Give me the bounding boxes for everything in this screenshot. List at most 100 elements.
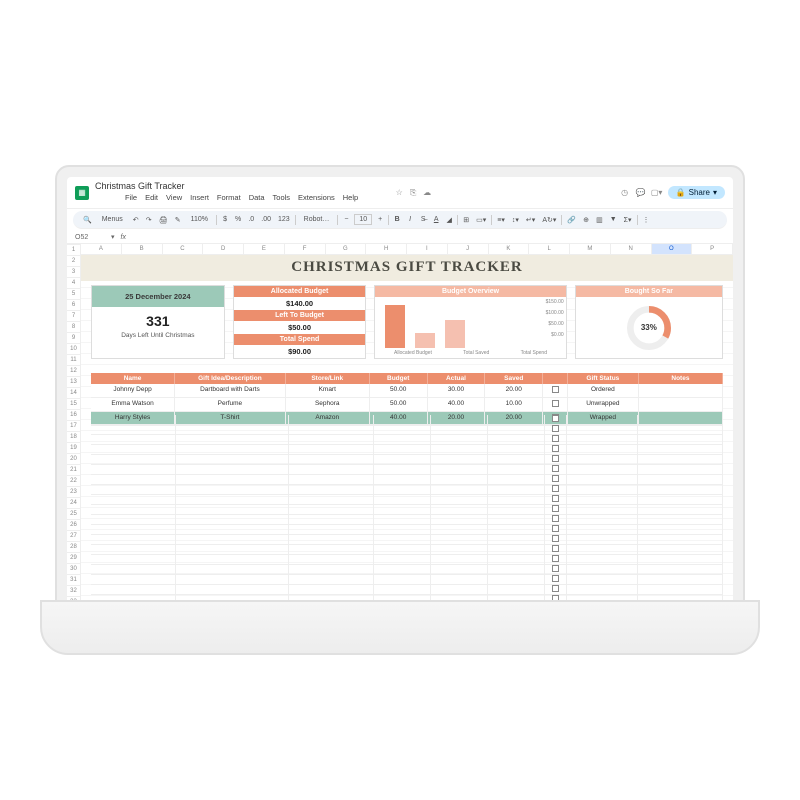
- sigma-icon[interactable]: Σ▾: [622, 215, 634, 225]
- valign-icon[interactable]: ↕▾: [510, 215, 521, 225]
- menu-edit[interactable]: Edit: [145, 193, 158, 202]
- font-dropdown[interactable]: Robot…: [299, 214, 335, 225]
- empty-row[interactable]: [91, 565, 723, 575]
- history-icon[interactable]: ◷: [620, 188, 630, 198]
- table-cell[interactable]: Emma Watson: [91, 398, 175, 412]
- row-num[interactable]: 23: [67, 487, 81, 498]
- more-icon[interactable]: ⋮: [641, 215, 652, 225]
- chart-icon[interactable]: ▥: [594, 215, 605, 225]
- strike-icon[interactable]: S̶: [418, 215, 428, 224]
- empty-row[interactable]: [91, 525, 723, 535]
- col-head[interactable]: J: [448, 244, 489, 255]
- empty-row[interactable]: [91, 545, 723, 555]
- row-num[interactable]: 18: [67, 432, 81, 443]
- row-num[interactable]: 7: [67, 311, 81, 322]
- bold-icon[interactable]: B: [392, 215, 402, 224]
- checkbox[interactable]: [552, 535, 559, 542]
- col-head[interactable]: A: [81, 244, 122, 255]
- comment-add-icon[interactable]: ⊕: [581, 215, 591, 225]
- row-num[interactable]: 20: [67, 454, 81, 465]
- empty-row[interactable]: [91, 575, 723, 585]
- row-num[interactable]: 12: [67, 366, 81, 377]
- undo-icon[interactable]: ↶: [131, 215, 141, 225]
- row-num[interactable]: 24: [67, 498, 81, 509]
- search-icon[interactable]: 🔍: [81, 215, 94, 225]
- col-head[interactable]: P: [692, 244, 733, 255]
- checkbox[interactable]: [552, 505, 559, 512]
- currency-icon[interactable]: $: [220, 215, 230, 224]
- grid[interactable]: ABCDEFGHIJKLMNOP CHRISTMAS GIFT TRACKER …: [81, 244, 733, 633]
- empty-row[interactable]: [91, 555, 723, 565]
- table-cell[interactable]: Perfume: [175, 398, 286, 412]
- share-button[interactable]: 🔒 Share ▾: [668, 186, 725, 199]
- checkbox[interactable]: [552, 386, 559, 393]
- checkbox[interactable]: [552, 575, 559, 582]
- row-num[interactable]: 9: [67, 333, 81, 344]
- halign-icon[interactable]: ≡▾: [495, 215, 507, 225]
- row-num[interactable]: 29: [67, 553, 81, 564]
- link-icon[interactable]: 🔗: [565, 215, 578, 225]
- table-cell[interactable]: 20.00: [485, 384, 543, 398]
- table-cell[interactable]: Ordered: [568, 384, 639, 398]
- row-num[interactable]: 11: [67, 355, 81, 366]
- row-num[interactable]: 10: [67, 344, 81, 355]
- col-head[interactable]: C: [163, 244, 204, 255]
- fontsize-input[interactable]: 10: [354, 214, 372, 225]
- cloud-icon[interactable]: ☁: [422, 188, 432, 198]
- empty-row[interactable]: [91, 505, 723, 515]
- col-head[interactable]: O: [652, 244, 693, 255]
- col-head[interactable]: L: [529, 244, 570, 255]
- row-num[interactable]: 19: [67, 443, 81, 454]
- col-head[interactable]: K: [489, 244, 530, 255]
- row-num[interactable]: 13: [67, 377, 81, 388]
- checkbox[interactable]: [552, 400, 559, 407]
- italic-icon[interactable]: I: [405, 215, 415, 224]
- table-cell[interactable]: 50.00: [370, 398, 428, 412]
- table-cell[interactable]: 50.00: [370, 384, 428, 398]
- col-head[interactable]: G: [326, 244, 367, 255]
- col-head[interactable]: B: [122, 244, 163, 255]
- row-num[interactable]: 27: [67, 531, 81, 542]
- fontsize-dec[interactable]: −: [341, 215, 351, 224]
- row-num[interactable]: 28: [67, 542, 81, 553]
- row-num[interactable]: 6: [67, 300, 81, 311]
- row-num[interactable]: 15: [67, 399, 81, 410]
- fill-color-icon[interactable]: ◢: [444, 215, 454, 225]
- row-num[interactable]: 14: [67, 388, 81, 399]
- row-num[interactable]: 4: [67, 278, 81, 289]
- checkbox[interactable]: [552, 525, 559, 532]
- wrap-icon[interactable]: ↵▾: [524, 215, 537, 225]
- empty-row[interactable]: [91, 535, 723, 545]
- table-cell[interactable]: [639, 398, 723, 412]
- table-cell[interactable]: 30.00: [428, 384, 486, 398]
- document-title[interactable]: Christmas Gift Tracker: [95, 181, 388, 191]
- checkbox[interactable]: [552, 435, 559, 442]
- star-icon[interactable]: ☆: [394, 188, 404, 198]
- borders-icon[interactable]: ⊞: [461, 215, 471, 225]
- zoom-dropdown[interactable]: 110%: [186, 214, 213, 225]
- text-color-icon[interactable]: A: [431, 215, 441, 224]
- meet-icon[interactable]: ▢▾: [652, 188, 662, 198]
- filter-icon[interactable]: ▼: [608, 215, 619, 224]
- comment-icon[interactable]: 💬: [636, 188, 646, 198]
- decimal-inc-icon[interactable]: .00: [259, 215, 273, 224]
- table-cell[interactable]: Sephora: [286, 398, 370, 412]
- row-num[interactable]: 25: [67, 509, 81, 520]
- row-num[interactable]: 21: [67, 465, 81, 476]
- empty-row[interactable]: [91, 585, 723, 595]
- row-num[interactable]: 5: [67, 289, 81, 300]
- checkbox[interactable]: [552, 455, 559, 462]
- checkbox[interactable]: [552, 545, 559, 552]
- table-cell[interactable]: [639, 384, 723, 398]
- checkbox[interactable]: [552, 425, 559, 432]
- row-num[interactable]: 8: [67, 322, 81, 333]
- row-num[interactable]: 32: [67, 586, 81, 597]
- table-cell[interactable]: Unwrapped: [568, 398, 639, 412]
- empty-row[interactable]: [91, 495, 723, 505]
- checkbox[interactable]: [552, 415, 559, 422]
- table-cell[interactable]: Dartboard with Darts: [175, 384, 286, 398]
- empty-row[interactable]: [91, 425, 723, 435]
- table-row[interactable]: Johnny DeppDartboard with DartsKmart50.0…: [91, 384, 723, 398]
- table-cell[interactable]: [543, 398, 568, 412]
- format-123-icon[interactable]: 123: [276, 215, 292, 224]
